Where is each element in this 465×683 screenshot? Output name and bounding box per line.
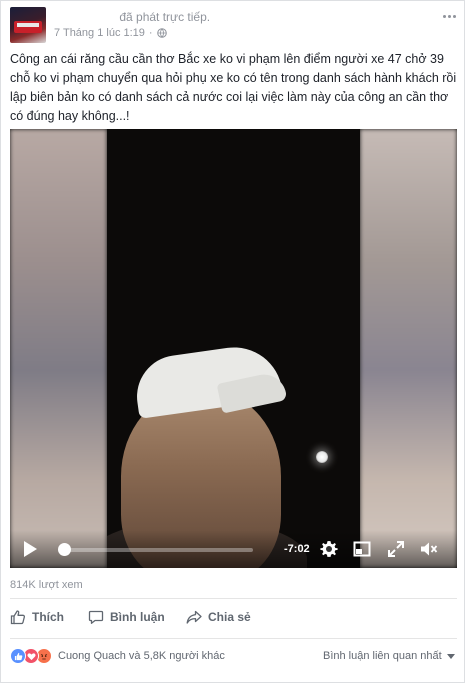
post-actions: Thích Bình luận Chia sẻ (1, 605, 465, 633)
share-button[interactable]: Chia sẻ (186, 609, 251, 625)
video-blur-right (360, 129, 457, 568)
more-options-icon[interactable] (440, 9, 458, 23)
share-label: Chia sẻ (208, 610, 251, 624)
play-icon[interactable] (24, 541, 37, 557)
video-frame (107, 129, 360, 568)
comment-sort-dropdown[interactable]: Bình luận liên quan nhất (323, 650, 455, 662)
fullscreen-icon[interactable] (386, 539, 406, 559)
post-caption: Công an cái răng cầu cần thơ Bắc xe ko v… (10, 52, 457, 123)
mute-icon[interactable] (419, 539, 439, 559)
author-line: đã phát trực tiếp. (54, 10, 210, 24)
video-blur-left (10, 129, 107, 568)
globe-icon (156, 28, 167, 38)
share-arrow-icon (186, 610, 202, 624)
video-controls: -7:02 (10, 530, 457, 568)
separator-dot: · (148, 27, 153, 39)
thumbs-up-icon (10, 610, 26, 625)
view-count[interactable]: 814K lượt xem (10, 579, 83, 591)
comment-sort-label: Bình luận liên quan nhất (323, 650, 442, 662)
like-icon (10, 648, 26, 664)
post-card: đã phát trực tiếp. 7 Tháng 1 lúc 1:19 · … (0, 0, 465, 683)
post-meta: 7 Tháng 1 lúc 1:19 · (54, 27, 167, 39)
picture-in-picture-icon[interactable] (352, 539, 372, 559)
comment-bubble-icon (88, 610, 104, 624)
reactions-summary[interactable]: Cuong Quach và 5,8K người khác (10, 648, 225, 664)
settings-gear-icon[interactable] (319, 539, 339, 559)
post-header: đã phát trực tiếp. 7 Tháng 1 lúc 1:19 · (1, 1, 465, 45)
bus-window (17, 23, 39, 27)
avatar[interactable] (10, 7, 46, 43)
divider (10, 638, 457, 639)
time-remaining: -7:02 (284, 543, 310, 555)
author-action: đã phát trực tiếp. (119, 10, 211, 24)
like-label: Thích (32, 610, 64, 624)
moon-light (316, 451, 328, 463)
comment-label: Bình luận (110, 610, 165, 624)
like-button[interactable]: Thích (10, 609, 64, 625)
comment-button[interactable]: Bình luận (88, 609, 165, 625)
reaction-names[interactable]: Cuong Quach và 5,8K người khác (58, 650, 225, 662)
caret-down-icon (446, 653, 455, 659)
video-player[interactable]: -7:02 (10, 129, 457, 568)
progress-bar[interactable] (59, 548, 253, 552)
divider (10, 598, 457, 599)
progress-knob[interactable] (58, 543, 72, 556)
timestamp[interactable]: 7 Tháng 1 lúc 1:19 (54, 27, 145, 39)
